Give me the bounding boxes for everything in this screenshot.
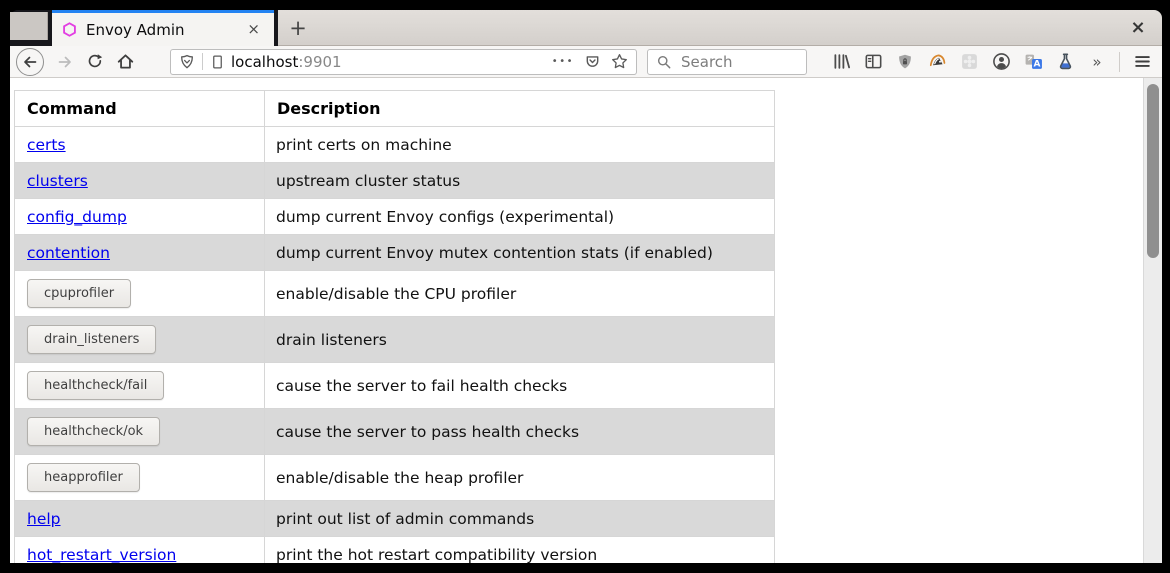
search-icon bbox=[656, 54, 672, 70]
toolbar-separator bbox=[1119, 52, 1120, 72]
page-actions-icon[interactable]: ••• bbox=[552, 56, 574, 67]
column-header-command: Command bbox=[15, 91, 265, 127]
command-cell: certs bbox=[15, 127, 265, 163]
home-icon bbox=[116, 52, 135, 71]
command-button[interactable]: cpuprofiler bbox=[27, 279, 131, 308]
titlebar-background bbox=[278, 10, 1162, 46]
url-text: localhost:9901 bbox=[231, 53, 552, 71]
page-content: Command Description certs print certs on … bbox=[10, 78, 1162, 563]
command-description: print out list of admin commands bbox=[265, 501, 775, 537]
new-tab-button[interactable]: + bbox=[282, 14, 314, 42]
command-button[interactable]: healthcheck/fail bbox=[27, 371, 164, 400]
search-input[interactable] bbox=[679, 52, 789, 72]
reload-icon bbox=[86, 53, 104, 71]
window-close-button[interactable]: × bbox=[1126, 16, 1150, 40]
search-box[interactable] bbox=[647, 49, 807, 75]
command-description: dump current Envoy mutex contention stat… bbox=[265, 235, 775, 271]
command-cell: heapprofiler bbox=[15, 455, 265, 501]
overflow-chevron-icon[interactable]: » bbox=[1087, 52, 1107, 72]
tab-title: Envoy Admin bbox=[86, 21, 241, 39]
desktop: { "window": { "close_glyph": "×" }, "tab… bbox=[0, 0, 1170, 573]
command-cell: drain_listeners bbox=[15, 317, 265, 363]
command-cell: healthcheck/ok bbox=[15, 409, 265, 455]
command-cell: hot_restart_version bbox=[15, 537, 265, 564]
table-row: certs print certs on machine bbox=[15, 127, 775, 163]
command-link[interactable]: clusters bbox=[27, 172, 88, 190]
svg-text:A: A bbox=[1033, 60, 1040, 70]
back-button[interactable] bbox=[16, 48, 44, 76]
command-description: enable/disable the heap profiler bbox=[265, 455, 775, 501]
table-row: hot_restart_version print the hot restart… bbox=[15, 537, 775, 564]
envoy-favicon-icon bbox=[62, 22, 77, 37]
table-row: clusters upstream cluster status bbox=[15, 163, 775, 199]
flask-icon[interactable] bbox=[1055, 52, 1075, 72]
command-description: drain listeners bbox=[265, 317, 775, 363]
toolbar-extensions-area: A » bbox=[831, 52, 1152, 72]
privacy-badger-icon[interactable] bbox=[927, 52, 947, 72]
command-description: print certs on machine bbox=[265, 127, 775, 163]
table-row: heapprofiler enable/disable the heap prof… bbox=[15, 455, 775, 501]
table-row: healthcheck/ok cause the server to pass h… bbox=[15, 409, 775, 455]
page-info-icon[interactable] bbox=[210, 54, 225, 70]
back-arrow-icon bbox=[21, 53, 39, 71]
tab-envoy-admin[interactable]: Envoy Admin × bbox=[52, 10, 274, 46]
url-bar[interactable]: localhost:9901 ••• bbox=[170, 49, 637, 75]
reload-button[interactable] bbox=[84, 51, 106, 73]
column-header-description: Description bbox=[265, 91, 775, 127]
table-row: healthcheck/fail cause the server to fail… bbox=[15, 363, 775, 409]
command-link[interactable]: help bbox=[27, 510, 61, 528]
library-icon[interactable] bbox=[831, 52, 851, 72]
tab-bar: Envoy Admin × + × bbox=[10, 10, 1162, 46]
command-description: enable/disable the CPU profiler bbox=[265, 271, 775, 317]
command-button[interactable]: drain_listeners bbox=[27, 325, 156, 354]
command-cell: config_dump bbox=[15, 199, 265, 235]
tracking-protection-shield-icon[interactable] bbox=[179, 54, 195, 70]
command-cell: cpuprofiler bbox=[15, 271, 265, 317]
table-row: drain_listeners drain listeners bbox=[15, 317, 775, 363]
account-icon[interactable] bbox=[991, 52, 1011, 72]
command-link[interactable]: config_dump bbox=[27, 208, 127, 226]
command-button[interactable]: heapprofiler bbox=[27, 463, 140, 492]
command-link[interactable]: certs bbox=[27, 136, 66, 154]
command-cell: clusters bbox=[15, 163, 265, 199]
command-description: cause the server to pass health checks bbox=[265, 409, 775, 455]
scrollbar-track[interactable] bbox=[1143, 78, 1162, 563]
titlebar-spacer bbox=[10, 12, 48, 40]
command-cell: help bbox=[15, 501, 265, 537]
command-link[interactable]: contention bbox=[27, 244, 110, 262]
command-description: upstream cluster status bbox=[265, 163, 775, 199]
command-button[interactable]: healthcheck/ok bbox=[27, 417, 160, 446]
tab-close-icon[interactable]: × bbox=[241, 20, 266, 39]
url-host: localhost bbox=[231, 53, 298, 71]
command-description: dump current Envoy configs (experimental… bbox=[265, 199, 775, 235]
forward-button[interactable] bbox=[54, 51, 76, 73]
table-row: contention dump current Envoy mutex conte… bbox=[15, 235, 775, 271]
command-cell: contention bbox=[15, 235, 265, 271]
table-row: help print out list of admin commands bbox=[15, 501, 775, 537]
url-port: :9901 bbox=[298, 53, 341, 71]
sidebar-icon[interactable] bbox=[863, 52, 883, 72]
command-table: Command Description certs print certs on … bbox=[14, 90, 775, 563]
bookmark-star-icon[interactable] bbox=[611, 53, 628, 70]
home-button[interactable] bbox=[114, 51, 136, 73]
command-table-body: certs print certs on machine clusters upstr… bbox=[15, 127, 775, 564]
command-link[interactable]: hot_restart_version bbox=[27, 546, 176, 563]
command-cell: healthcheck/fail bbox=[15, 363, 265, 409]
command-description: print the hot restart compatibility vers… bbox=[265, 537, 775, 564]
forward-arrow-icon bbox=[56, 53, 74, 71]
menu-hamburger-icon[interactable] bbox=[1132, 52, 1152, 72]
table-row: config_dump dump current Envoy configs (e… bbox=[15, 199, 775, 235]
navigation-toolbar: localhost:9901 ••• bbox=[10, 46, 1162, 78]
table-header-row: Command Description bbox=[15, 91, 775, 127]
extension-disabled-icon[interactable] bbox=[959, 52, 979, 72]
shield-lock-icon[interactable] bbox=[895, 52, 915, 72]
translate-icon[interactable]: A bbox=[1023, 52, 1043, 72]
command-description: cause the server to fail health checks bbox=[265, 363, 775, 409]
urlbar-separator bbox=[202, 53, 203, 70]
scrollbar-thumb[interactable] bbox=[1147, 84, 1159, 258]
browser-window: Envoy Admin × + × bbox=[10, 10, 1162, 563]
table-row: cpuprofiler enable/disable the CPU profil… bbox=[15, 271, 775, 317]
pocket-icon[interactable] bbox=[584, 53, 601, 70]
